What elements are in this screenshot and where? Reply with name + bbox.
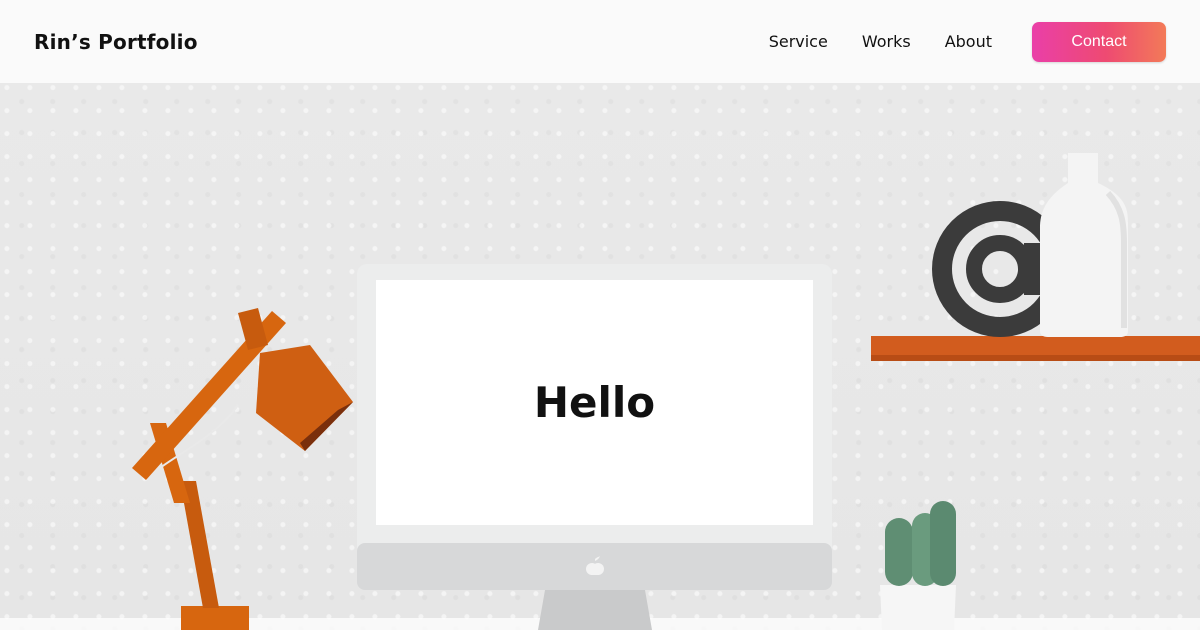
site-header: Rin’s Portfolio Service Works About Cont… xyxy=(0,0,1200,83)
nav-link-about[interactable]: About xyxy=(945,32,992,51)
wall-shelf xyxy=(871,336,1200,361)
hero-scene: Hello xyxy=(0,83,1200,630)
nav-link-works[interactable]: Works xyxy=(862,32,911,51)
monitor-stand xyxy=(538,590,652,630)
desk-lamp xyxy=(132,308,353,630)
site-logo[interactable]: Rin’s Portfolio xyxy=(34,30,198,54)
contact-button[interactable]: Contact xyxy=(1032,21,1166,62)
white-vase xyxy=(1040,153,1129,337)
screen-hello-text: Hello xyxy=(533,378,656,427)
main-nav: Service Works About Contact xyxy=(735,21,1166,62)
cactus-pot xyxy=(880,585,956,630)
potted-cactus xyxy=(880,501,956,630)
nav-link-service[interactable]: Service xyxy=(769,32,828,51)
